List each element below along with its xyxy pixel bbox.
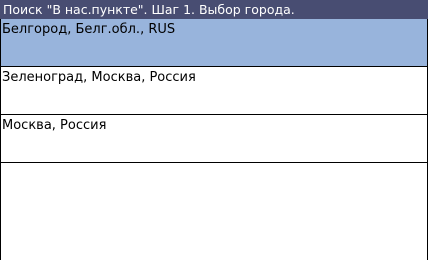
- city-list-item-zelenograd[interactable]: Зеленоград, Москва, Россия: [0, 67, 428, 115]
- city-search-screen: Поиск "В нас.пункте". Шаг 1. Выбор город…: [0, 0, 428, 260]
- city-list-item-belgorod[interactable]: Белгород, Белг.обл., RUS: [0, 19, 428, 67]
- city-list[interactable]: Белгород, Белг.обл., RUS Зеленоград, Мос…: [0, 19, 428, 260]
- page-title: Поиск "В нас.пункте". Шаг 1. Выбор город…: [0, 0, 428, 19]
- city-list-item-moscow[interactable]: Москва, Россия: [0, 115, 428, 163]
- list-empty-area: [0, 163, 428, 260]
